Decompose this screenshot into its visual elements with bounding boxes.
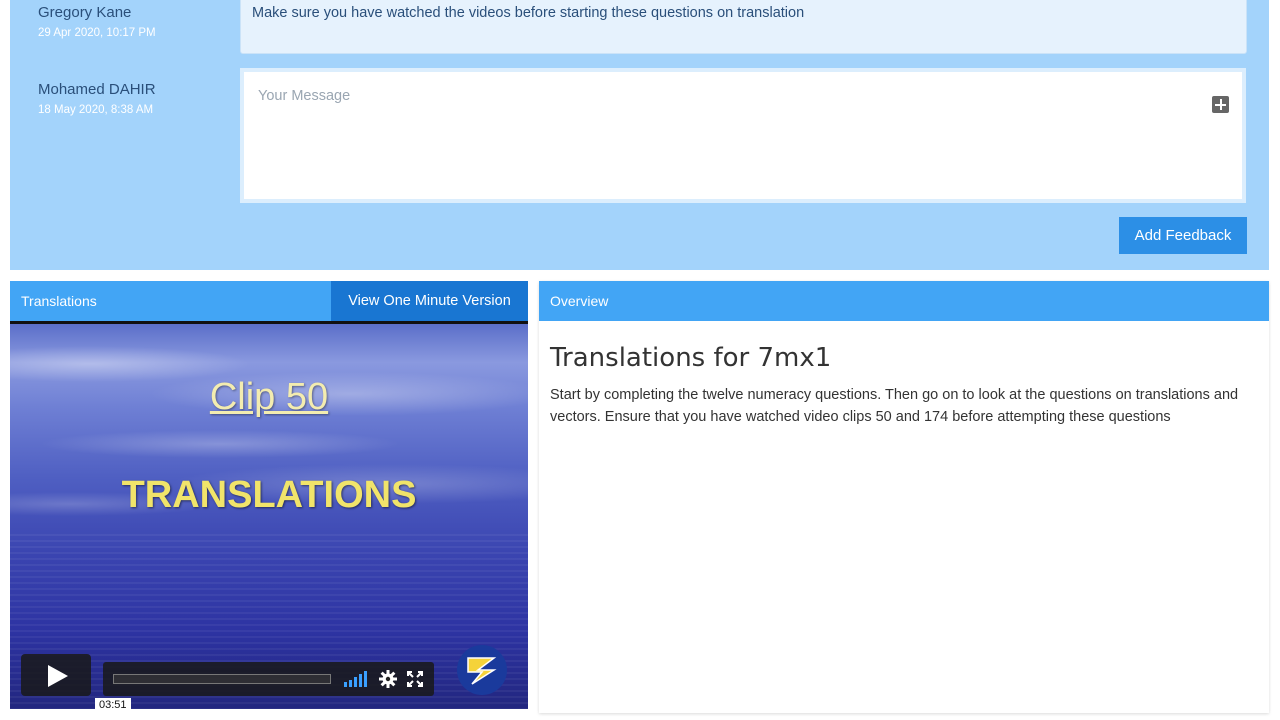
overview-title: Translations for 7mx1 [550,343,832,373]
video-duration: 03:51 [95,698,131,709]
clip-subtitle: TRANSLATIONS [121,474,417,516]
current-user-block: Mohamed DAHIR 18 May 2020, 8:38 AM [38,81,156,116]
plus-square-icon[interactable] [1212,96,1229,113]
overview-panel-title: Overview [550,293,609,309]
vimeo-logo-icon [457,645,507,695]
fullscreen-icon[interactable] [407,671,423,687]
clip-title: Clip 50 [209,376,329,418]
feedback-panel: Gregory Kane 29 Apr 2020, 10:17 PM Make … [10,0,1269,270]
feedback-message-text: Make sure you have watched the videos be… [252,5,805,21]
video-panel-title: Translations [21,293,97,309]
view-one-minute-version-button[interactable]: View One Minute Version [331,281,528,321]
volume-icon[interactable] [343,671,371,687]
video-panel-header: Translations View One Minute Version [10,281,528,321]
current-user-timestamp: 18 May 2020, 8:38 AM [38,104,154,116]
overview-description: Start by completing the twelve numeracy … [550,387,1239,425]
video-player[interactable]: Clip 50 TRANSLATIONS 03:51 [10,321,528,709]
settings-icon[interactable] [379,670,397,688]
overview-panel: Overview Translations for 7mx1 Start by … [539,281,1269,713]
message-author-block: Gregory Kane 29 Apr 2020, 10:17 PM [38,4,156,39]
video-progress-bar[interactable] [113,674,331,684]
play-icon[interactable] [21,654,91,696]
author-name: Gregory Kane [38,4,132,21]
video-panel: Translations View One Minute Version Cli… [10,281,528,709]
video-control-bar [103,662,434,696]
add-feedback-button[interactable]: Add Feedback [1119,217,1247,254]
overview-panel-header: Overview [539,281,1269,321]
message-timestamp: 29 Apr 2020, 10:17 PM [38,27,156,39]
current-user-name: Mohamed DAHIR [38,81,156,98]
message-input[interactable]: Your Message [240,68,1246,203]
message-input-placeholder: Your Message [258,88,351,104]
feedback-message: Make sure you have watched the videos be… [240,0,1247,54]
